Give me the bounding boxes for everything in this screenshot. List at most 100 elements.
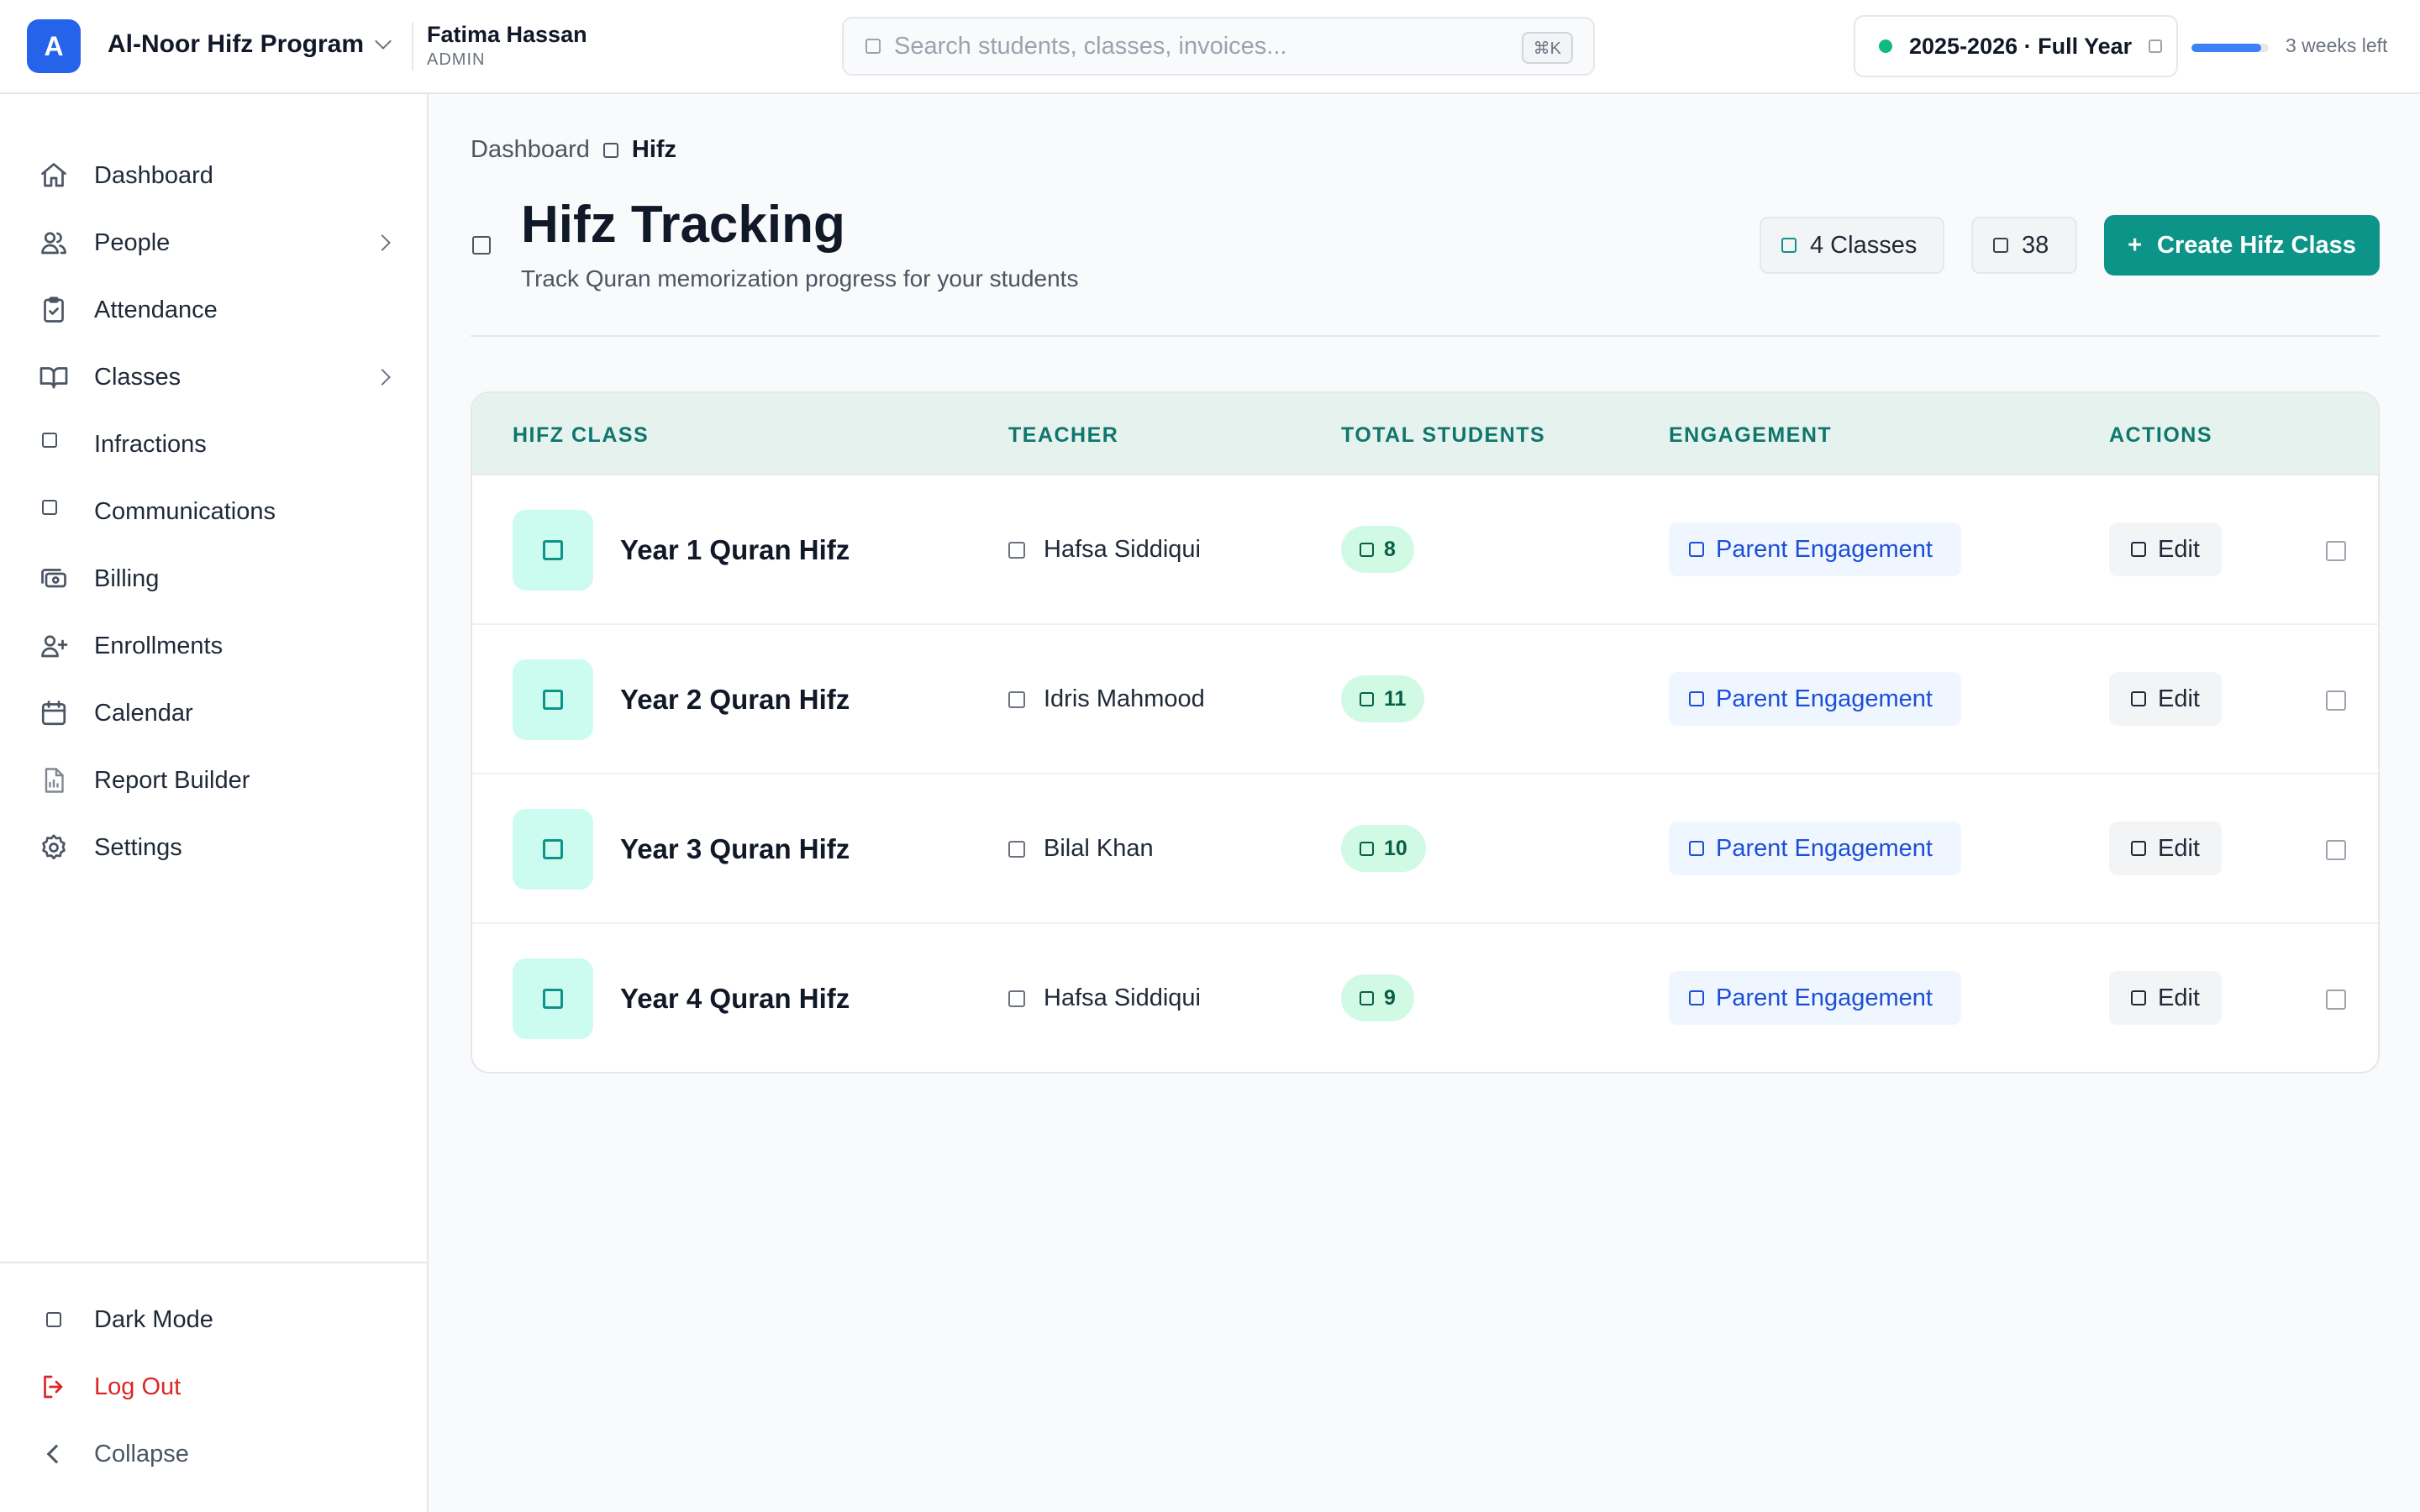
sidebar-item-label: Attendance xyxy=(94,296,218,323)
chevron-left-icon xyxy=(37,1437,71,1471)
sidebar-item-settings[interactable]: Settings xyxy=(37,822,398,873)
teacher-name: Hafsa Siddiqui xyxy=(1044,536,1201,563)
parent-engagement-button[interactable]: Parent Engagement xyxy=(1669,822,1961,875)
school-year-selector[interactable]: 2025-2026 · Full Year xyxy=(1854,15,2178,77)
class-icon xyxy=(513,958,593,1039)
students-icon xyxy=(1993,238,2008,253)
org-logo[interactable]: A xyxy=(27,19,81,73)
row-menu-icon[interactable] xyxy=(2326,990,2346,1010)
breadcrumb-link-dashboard[interactable]: Dashboard xyxy=(471,136,590,164)
row-menu-icon[interactable] xyxy=(2326,690,2346,711)
user-role: ADMIN xyxy=(427,50,486,69)
sidebar-item-label: Report Builder xyxy=(94,766,250,794)
class-name[interactable]: Year 2 Quran Hifz xyxy=(620,684,850,716)
page-subtitle: Track Quran memorization progress for yo… xyxy=(521,265,1079,291)
sidebar-item-label: Dashboard xyxy=(94,161,213,189)
org-switcher[interactable]: Al-Noor Hifz Program xyxy=(108,30,392,59)
dark-mode-toggle[interactable]: Dark Mode xyxy=(37,1294,398,1345)
sidebar-item-label: Communications xyxy=(94,497,276,525)
edit-label: Edit xyxy=(2158,984,2200,1011)
breadcrumb: Dashboard Hifz xyxy=(471,136,676,164)
sidebar-item-label: Billing xyxy=(94,564,160,592)
sidebar-item-report-builder[interactable]: Report Builder xyxy=(37,755,398,806)
engagement-icon xyxy=(1689,542,1704,557)
class-name[interactable]: Year 1 Quran Hifz xyxy=(620,534,850,566)
gear-icon xyxy=(37,831,71,864)
column-header-students: TOTAL STUDENTS xyxy=(1341,423,1546,447)
students-count: 38 xyxy=(2022,231,2049,259)
students-icon xyxy=(1360,990,1374,1005)
sidebar-item-dashboard[interactable]: Dashboard xyxy=(37,150,398,201)
sidebar: Dashboard People Attendance Classes Infr… xyxy=(0,94,429,1512)
sidebar-item-infractions[interactable]: Infractions xyxy=(37,419,398,470)
student-count-badge: 10 xyxy=(1341,825,1426,872)
parent-engagement-button[interactable]: Parent Engagement xyxy=(1669,522,1961,576)
weeks-left: 3 weeks left xyxy=(2286,34,2388,56)
teacher-cell: Idris Mahmood xyxy=(1008,685,1205,713)
class-name[interactable]: Year 4 Quran Hifz xyxy=(620,983,850,1015)
communications-icon xyxy=(37,495,71,528)
edit-button[interactable]: Edit xyxy=(2109,971,2222,1025)
student-count: 11 xyxy=(1384,686,1407,711)
engagement-icon xyxy=(1689,841,1704,856)
divider xyxy=(0,1262,427,1263)
table-row[interactable]: Year 2 Quran Hifz Idris Mahmood 11 Paren… xyxy=(472,625,2378,774)
engagement-icon xyxy=(1689,691,1704,706)
sidebar-item-label: People xyxy=(94,228,171,256)
engagement-icon xyxy=(1689,990,1704,1005)
student-count: 8 xyxy=(1384,537,1396,561)
user-plus-icon xyxy=(37,629,71,663)
top-bar: A Al-Noor Hifz Program Fatima Hassan ADM… xyxy=(0,0,2420,94)
column-header-engagement: ENGAGEMENT xyxy=(1669,423,1833,447)
dark-mode-label: Dark Mode xyxy=(94,1305,213,1333)
classes-count-chip: 4 Classes xyxy=(1760,217,1944,274)
logout-button[interactable]: Log Out xyxy=(37,1362,398,1412)
students-icon xyxy=(1360,841,1374,856)
create-hifz-class-button[interactable]: + Create Hifz Class xyxy=(2104,215,2380,276)
class-name[interactable]: Year 3 Quran Hifz xyxy=(620,833,850,865)
teacher-icon xyxy=(1008,840,1025,858)
org-name: Al-Noor Hifz Program xyxy=(108,30,365,58)
chevron-right-icon xyxy=(374,234,391,251)
parent-engagement-button[interactable]: Parent Engagement xyxy=(1669,672,1961,726)
people-icon xyxy=(37,226,71,260)
teacher-name: Idris Mahmood xyxy=(1044,685,1205,712)
class-icon xyxy=(513,510,593,591)
sidebar-item-communications[interactable]: Communications xyxy=(37,486,398,537)
edit-button[interactable]: Edit xyxy=(2109,672,2222,726)
edit-icon xyxy=(2131,841,2146,856)
row-menu-icon[interactable] xyxy=(2326,541,2346,561)
sidebar-item-label: Infractions xyxy=(94,430,207,458)
collapse-sidebar-button[interactable]: Collapse xyxy=(37,1429,398,1479)
sidebar-item-attendance[interactable]: Attendance xyxy=(37,285,398,335)
students-count-chip: 38 xyxy=(1971,217,2077,274)
sidebar-item-label: Classes xyxy=(94,363,182,391)
teacher-cell: Bilal Khan xyxy=(1008,835,1154,863)
student-count: 9 xyxy=(1384,985,1396,1010)
search-placeholder: Search students, classes, invoices... xyxy=(894,32,1287,60)
infractions-icon xyxy=(37,428,71,461)
parent-engagement-button[interactable]: Parent Engagement xyxy=(1669,971,1961,1025)
divider xyxy=(412,22,413,71)
search-input[interactable]: Search students, classes, invoices... ⌘K xyxy=(842,17,1595,76)
edit-button[interactable]: Edit xyxy=(2109,822,2222,875)
teacher-name: Bilal Khan xyxy=(1044,835,1154,862)
sidebar-item-classes[interactable]: Classes xyxy=(37,352,398,402)
chevron-right-icon xyxy=(374,369,391,386)
teacher-cell: Hafsa Siddiqui xyxy=(1008,536,1201,564)
search-shortcut: ⌘K xyxy=(1521,32,1573,64)
sidebar-item-label: Settings xyxy=(94,833,182,861)
edit-icon xyxy=(2131,990,2146,1005)
sidebar-item-billing[interactable]: Billing xyxy=(37,554,398,604)
edit-button[interactable]: Edit xyxy=(2109,522,2222,576)
table-row[interactable]: Year 3 Quran Hifz Bilal Khan 10 Parent E… xyxy=(472,774,2378,924)
sidebar-item-calendar[interactable]: Calendar xyxy=(37,688,398,738)
chevron-icon xyxy=(2149,39,2163,53)
table-row[interactable]: Year 1 Quran Hifz Hafsa Siddiqui 8 Paren… xyxy=(472,475,2378,625)
sidebar-item-people[interactable]: People xyxy=(37,218,398,268)
table-row[interactable]: Year 4 Quran Hifz Hafsa Siddiqui 9 Paren… xyxy=(472,924,2378,1072)
row-menu-icon[interactable] xyxy=(2326,840,2346,860)
teacher-icon xyxy=(1008,541,1025,559)
sidebar-item-enrollments[interactable]: Enrollments xyxy=(37,621,398,671)
moon-icon xyxy=(37,1303,71,1336)
